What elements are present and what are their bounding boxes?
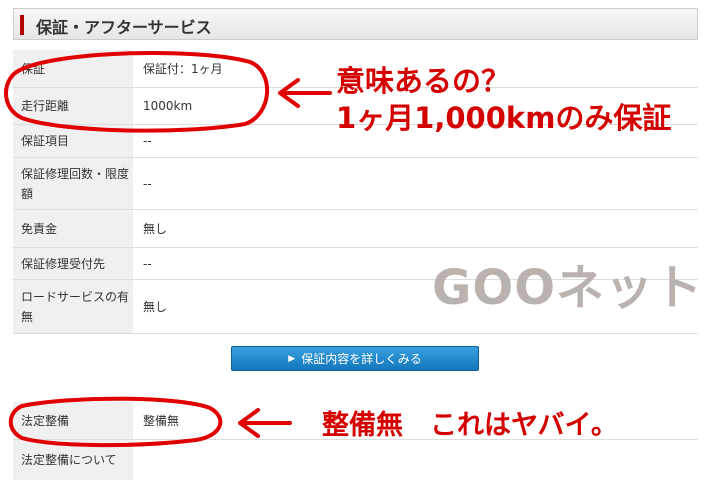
row-label: 保証修理受付先 [13, 248, 133, 279]
table-row-legal-maintenance-info: 法定整備について [13, 440, 698, 480]
row-label: ロードサービスの有無 [13, 280, 133, 333]
view-warranty-details-button[interactable]: ▶ 保証内容を詳しくみる [231, 346, 479, 371]
row-value [133, 440, 698, 480]
row-label: 保証項目 [13, 125, 133, 157]
annotation-maintenance-note: 整備無 これはヤバイ。 [322, 410, 618, 441]
table-row-repair-limit: 保証修理回数・限度額 -- [13, 158, 698, 210]
header-accent-bar [20, 15, 24, 35]
row-value: 無し [143, 222, 168, 236]
row-label: 保証 [13, 50, 133, 87]
annotation-warranty-note: 1ヶ月1,000kmのみ保証 [336, 101, 672, 135]
row-value: -- [143, 176, 152, 191]
row-label: 走行距離 [13, 88, 133, 124]
row-label: 免責金 [13, 210, 133, 247]
chevron-right-icon: ▶ [288, 353, 296, 364]
table-row-deductible: 免責金 無し [13, 210, 698, 248]
row-label: 法定整備 [13, 402, 133, 439]
annotation-question: 意味あるの？ [336, 64, 511, 98]
watermark-logo: GOOネット [432, 260, 704, 316]
row-label: 法定整備について [13, 440, 133, 480]
section-title: 保証・アフターサービス [36, 18, 212, 37]
button-label: 保証内容を詳しくみる [301, 352, 422, 366]
row-label: 保証修理回数・限度額 [13, 158, 133, 209]
section-header: 保証・アフターサービス [13, 8, 698, 40]
